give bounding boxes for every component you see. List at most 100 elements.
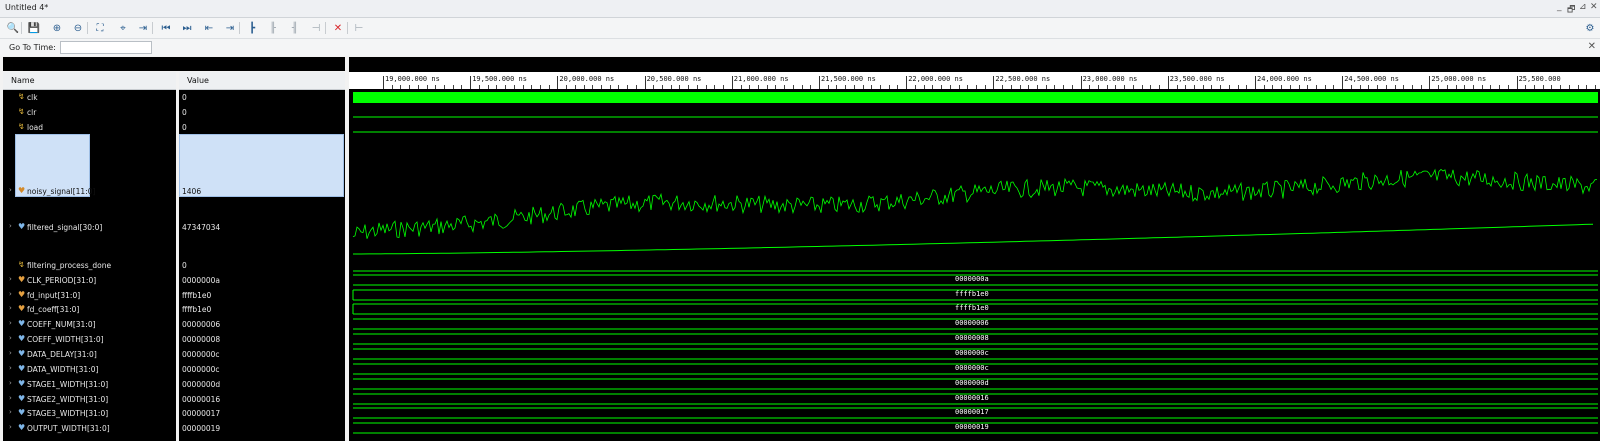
signal-name[interactable]: noisy_signal[11:0]: [27, 187, 95, 196]
signal-value[interactable]: 0: [182, 108, 187, 117]
signal-name[interactable]: filtered_signal[30:0]: [27, 223, 102, 232]
signal-value[interactable]: 0000000c: [182, 365, 220, 374]
close-button[interactable]: ✕: [1590, 2, 1598, 12]
bus-value-label: 0000000c: [955, 349, 989, 357]
expand-chevron-icon[interactable]: ›: [9, 379, 12, 387]
maximize-button[interactable]: ⊿: [1579, 2, 1587, 12]
signal-value[interactable]: ffffb1e0: [182, 291, 211, 300]
signal-value[interactable]: 0: [182, 93, 187, 102]
goto-time-label: Go To Time:: [9, 43, 56, 52]
toolbar-separator: [325, 22, 326, 34]
restore-button[interactable]: 🗗: [1567, 2, 1575, 18]
snap-icon[interactable]: ⊢: [352, 21, 366, 35]
signal-name[interactable]: fd_coeff[31:0]: [27, 305, 79, 314]
cursor-center-icon[interactable]: ⌖: [116, 21, 130, 35]
expand-chevron-icon[interactable]: ›: [9, 304, 12, 312]
signal-name[interactable]: COEFF_WIDTH[31:0]: [27, 335, 104, 344]
signal-value[interactable]: 47347034: [182, 223, 220, 232]
bus-value-label: 00000017: [955, 408, 989, 416]
signal-name[interactable]: STAGE2_WIDTH[31:0]: [27, 395, 108, 404]
signal-value[interactable]: 00000006: [182, 320, 220, 329]
signal-value[interactable]: 0000000d: [182, 380, 220, 389]
go-to-end-icon[interactable]: ⏭: [180, 21, 194, 35]
go-to-cursor-icon[interactable]: ⇥: [136, 21, 150, 35]
next-marker-icon[interactable]: ╢: [288, 21, 302, 35]
title-bar: Untitled 4* _ 🗗 ⊿ ✕: [0, 0, 1600, 18]
signal-name[interactable]: fd_input[31:0]: [27, 291, 80, 300]
signal-name[interactable]: OUTPUT_WIDTH[31:0]: [27, 424, 110, 433]
expand-chevron-icon[interactable]: ›: [9, 186, 12, 194]
zoom-out-icon[interactable]: ⊖: [71, 21, 85, 35]
signal-name[interactable]: load: [27, 123, 43, 132]
bus-signal-icon: ♥: [18, 394, 26, 403]
expand-chevron-icon[interactable]: ›: [9, 222, 12, 230]
waveform-panel[interactable]: 19,000.000 ns 19,500.000 ns 20,000.000 ns 2…: [349, 57, 1600, 441]
expand-chevron-icon[interactable]: ›: [9, 349, 12, 357]
signal-value[interactable]: 00000008: [182, 335, 220, 344]
signal-name[interactable]: clk: [27, 93, 38, 102]
go-to-start-icon[interactable]: ⏮: [159, 21, 173, 35]
signal-name[interactable]: DATA_DELAY[31:0]: [27, 350, 97, 359]
signal-value[interactable]: 00000017: [182, 409, 220, 418]
next-transition-icon[interactable]: ⇥: [223, 21, 237, 35]
selected-value-highlight[interactable]: [179, 134, 344, 197]
bus-signal-icon: ♥: [18, 186, 26, 195]
name-column-header[interactable]: Name: [3, 72, 176, 90]
bit-signal-icon: ↯: [18, 260, 25, 269]
signal-name[interactable]: DATA_WIDTH[31:0]: [27, 365, 98, 374]
expand-chevron-icon[interactable]: ›: [9, 290, 12, 298]
expand-chevron-icon[interactable]: ›: [9, 275, 12, 283]
signal-value[interactable]: 0000000a: [182, 276, 220, 285]
bus-signal-icon: ♥: [18, 222, 26, 231]
delete-icon[interactable]: ✕: [331, 21, 345, 35]
bus-value-label: 0000000c: [955, 364, 989, 372]
bus-value-label: 00000008: [955, 334, 989, 342]
signal-value[interactable]: 00000019: [182, 424, 220, 433]
settings-icon[interactable]: ⚙: [1583, 21, 1597, 35]
signal-value[interactable]: ffffb1e0: [182, 305, 211, 314]
signal-value[interactable]: 0000000c: [182, 350, 220, 359]
expand-chevron-icon[interactable]: ›: [9, 423, 12, 431]
bus-signal-icon: ♥: [18, 304, 26, 313]
bus-signal-icon: ♥: [18, 379, 26, 388]
minimize-button[interactable]: _: [1557, 2, 1562, 12]
signal-name[interactable]: STAGE1_WIDTH[31:0]: [27, 380, 108, 389]
bus-value-label: 00000019: [955, 423, 989, 431]
signal-name[interactable]: STAGE3_WIDTH[31:0]: [27, 409, 108, 418]
add-marker-icon[interactable]: ┣: [245, 21, 259, 35]
clk-waveform: [353, 92, 1598, 103]
close-goto-icon[interactable]: ✕: [1588, 41, 1596, 52]
zoom-in-icon[interactable]: ⊕: [50, 21, 64, 35]
swap-cursors-icon[interactable]: ⊣: [309, 21, 323, 35]
signal-name[interactable]: CLK_PERIOD[31:0]: [27, 276, 96, 285]
expand-chevron-icon[interactable]: ›: [9, 394, 12, 402]
signal-value[interactable]: 0: [182, 123, 187, 132]
zoom-fit-icon[interactable]: ⛶: [93, 21, 107, 35]
signal-value[interactable]: 0: [182, 261, 187, 270]
signal-name[interactable]: COEFF_NUM[31:0]: [27, 320, 96, 329]
signal-value[interactable]: 00000016: [182, 395, 220, 404]
filtered-signal-waveform: [353, 223, 1594, 255]
window-title: Untitled 4*: [5, 3, 49, 12]
expand-chevron-icon[interactable]: ›: [9, 364, 12, 372]
save-icon[interactable]: 💾: [27, 21, 41, 35]
prev-marker-icon[interactable]: ╟: [266, 21, 280, 35]
search-icon[interactable]: 🔍: [6, 21, 20, 35]
signal-name[interactable]: clr: [27, 108, 36, 117]
goto-time-bar: Go To Time: ✕: [0, 39, 1600, 56]
bus-value-label: ffffb1e0: [955, 304, 989, 312]
bit-signal-icon: ↯: [18, 122, 25, 131]
noisy-signal-waveform: [352, 168, 1598, 239]
prev-transition-icon[interactable]: ⇤: [202, 21, 216, 35]
signal-name[interactable]: filtering_process_done: [27, 261, 111, 270]
value-column-header[interactable]: Value: [179, 72, 345, 90]
toolbar-separator: [347, 22, 348, 34]
goto-time-input[interactable]: [60, 41, 152, 54]
bus-value-label: 00000006: [955, 319, 989, 327]
expand-chevron-icon[interactable]: ›: [9, 408, 12, 416]
bus-value-label: 0000000a: [955, 275, 989, 283]
expand-chevron-icon[interactable]: ›: [9, 319, 12, 327]
bus-value-label: ffffb1e0: [955, 290, 989, 298]
signal-value[interactable]: 1406: [182, 187, 201, 196]
expand-chevron-icon[interactable]: ›: [9, 334, 12, 342]
